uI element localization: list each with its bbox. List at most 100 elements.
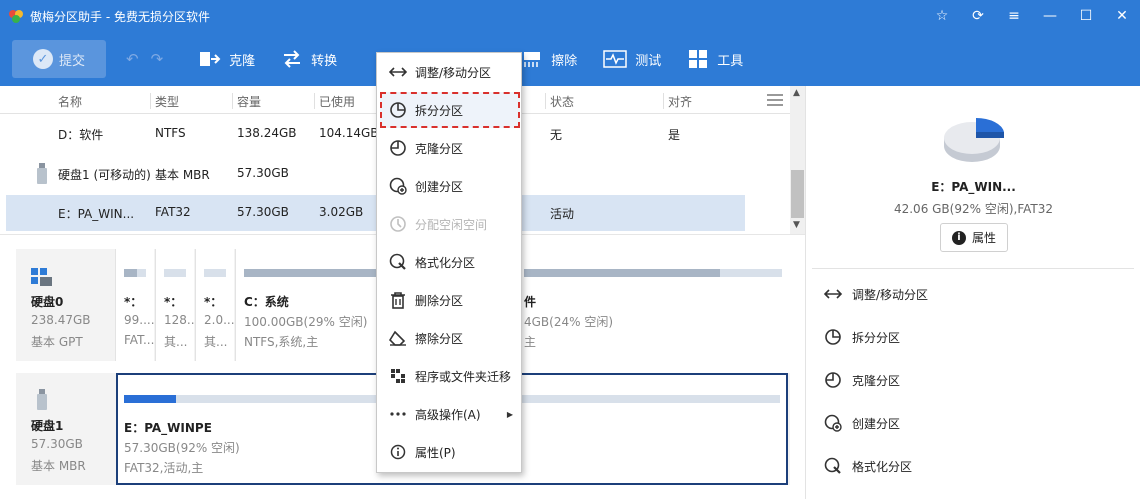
usage-bar: [124, 269, 146, 277]
partition-title: *：: [204, 295, 223, 309]
menu-item-wipe[interactable]: 擦除分区: [377, 319, 521, 357]
scroll-thumb[interactable]: [791, 170, 804, 218]
menu-item-label: 属性(P): [415, 445, 456, 460]
menu-item-split[interactable]: 拆分分区: [380, 92, 520, 128]
info-icon: [387, 444, 409, 460]
action-clone[interactable]: 克隆分区: [822, 368, 900, 392]
col-name[interactable]: 名称: [54, 93, 150, 109]
toolbar-test-button[interactable]: 测试: [603, 49, 661, 69]
toolbar-tools-button[interactable]: 工具: [687, 49, 743, 69]
properties-button[interactable]: i 属性: [940, 223, 1008, 252]
disk0-partition[interactable]: *： 99.... FAT...: [115, 249, 155, 361]
action-split[interactable]: 拆分分区: [822, 325, 900, 349]
menu-item-resize-move[interactable]: 调整/移动分区: [377, 53, 521, 91]
cell-type: NTFS: [155, 126, 186, 140]
redo-icon[interactable]: ↷: [151, 50, 164, 68]
commit-button[interactable]: ✓ 提交: [12, 40, 106, 78]
action-label: 格式化分区: [852, 459, 913, 474]
convert-icon: [284, 50, 301, 68]
partition-fs: 其...: [164, 335, 188, 349]
toolbar-tools-label: 工具: [717, 53, 744, 69]
action-resize-move[interactable]: 调整/移动分区: [822, 282, 928, 306]
menu-item-label: 删除分区: [415, 293, 464, 308]
more-icon: [387, 412, 409, 416]
menu-item-format[interactable]: 格式化分区: [377, 243, 521, 281]
check-icon: ✓: [32, 49, 53, 69]
cell-type: 基本 MBR: [155, 168, 210, 182]
test-icon: [603, 50, 627, 68]
toolbar-wipe-button[interactable]: 擦除: [521, 49, 577, 69]
menu-item-app-migrate[interactable]: 程序或文件夹迁移: [377, 357, 521, 395]
usb-drive-icon: [37, 163, 47, 184]
menu-item-properties[interactable]: 属性(P): [377, 433, 521, 471]
app-logo-icon: [9, 10, 23, 23]
menu-item-clone[interactable]: 克隆分区: [377, 129, 521, 167]
column-settings-icon[interactable]: [767, 94, 783, 106]
toolbar-clone-label: 克隆: [229, 53, 256, 69]
action-create[interactable]: 创建分区: [822, 411, 900, 435]
cell-name: 硬盘1 (可移动的): [58, 168, 151, 182]
cell-used: 3.02GB: [319, 205, 364, 219]
scroll-down-icon[interactable]: ▼: [793, 220, 800, 230]
table-scrollbar[interactable]: ▲ ▼: [790, 86, 805, 234]
disk0-partition[interactable]: *： 2.0... 其...: [195, 249, 235, 361]
menu-item-advanced[interactable]: 高级操作(A) ▶: [377, 395, 521, 433]
format-icon: [387, 253, 409, 271]
disk0-partition-d[interactable]: 件 4GB(24% 空闲) 主: [515, 249, 790, 361]
partition-title: *：: [164, 295, 183, 309]
col-capacity[interactable]: 容量: [232, 93, 314, 109]
action-label: 拆分分区: [852, 330, 901, 345]
menu-item-create[interactable]: 创建分区: [377, 167, 521, 205]
info-icon: i: [951, 230, 966, 245]
disk1-style: 基本 MBR: [31, 459, 86, 473]
action-format[interactable]: 格式化分区: [822, 454, 912, 478]
disk0-name: 硬盘0: [31, 295, 64, 309]
disk0-info: 硬盘0 238.47GB 基本 GPT: [16, 249, 114, 361]
close-icon[interactable]: ✕: [1104, 0, 1140, 32]
toolbar-clone-button[interactable]: 克隆: [199, 49, 255, 69]
col-status[interactable]: 状态: [545, 93, 663, 109]
allocate-icon: [387, 215, 409, 233]
cell-capacity: 138.24GB: [237, 126, 297, 140]
col-type[interactable]: 类型: [150, 93, 232, 109]
action-label: 调整/移动分区: [852, 287, 929, 302]
menu-item-delete[interactable]: 删除分区: [377, 281, 521, 319]
partition-title: E：PA_WINPE: [124, 421, 212, 435]
toolbar-convert-label: 转换: [311, 53, 338, 69]
partition-size: 99....: [124, 313, 155, 327]
resize-icon: [387, 66, 409, 78]
cell-capacity: 57.30GB: [237, 205, 289, 219]
partition-context-menu: 调整/移动分区 拆分分区 克隆分区 创建分区 分配空闲空间 格式化分区 删除分区: [376, 52, 522, 473]
disk0-partition[interactable]: *： 128... 其...: [155, 249, 198, 361]
split-icon: [822, 328, 844, 346]
partition-fs: NTFS,系统,主: [244, 335, 319, 349]
menu-item-label: 拆分分区: [415, 103, 464, 118]
disk0-size: 238.47GB: [31, 313, 91, 327]
usage-bar: [524, 269, 782, 277]
delete-icon: [387, 291, 409, 309]
scroll-up-icon[interactable]: ▲: [793, 88, 800, 98]
star-icon[interactable]: ☆: [924, 0, 960, 32]
col-align[interactable]: 对齐: [663, 93, 743, 109]
partition-size: 100.00GB(29% 空闲): [244, 315, 368, 329]
menu-item-label: 擦除分区: [415, 331, 464, 346]
menu-icon[interactable]: ≡: [996, 0, 1032, 32]
partition-fs: 其...: [204, 335, 228, 349]
maximize-icon[interactable]: ☐: [1068, 0, 1104, 32]
disk0-style: 基本 GPT: [31, 335, 83, 349]
undo-icon[interactable]: ↶: [126, 50, 139, 68]
cell-name: E：PA_WIN...: [58, 207, 135, 221]
window-controls: ☆ ⟳ ≡ — ☐ ✕: [924, 0, 1140, 32]
refresh-icon[interactable]: ⟳: [960, 0, 996, 32]
tools-icon: [689, 50, 708, 68]
toolbar: ✓ 提交 ↶ ↷ 克隆 转换 擦除 测试 工具: [0, 32, 1140, 86]
partition-size: 4GB(24% 空闲): [524, 315, 614, 329]
toolbar-convert-button[interactable]: 转换: [281, 49, 337, 69]
usage-fill: [124, 395, 177, 403]
usage-bar: [204, 269, 226, 277]
minimize-icon[interactable]: —: [1032, 0, 1068, 32]
cell-status: 活动: [550, 207, 575, 221]
partition-fs: FAT...: [124, 333, 155, 347]
hdd-icon: [31, 268, 52, 286]
menu-item-label: 格式化分区: [415, 255, 476, 270]
